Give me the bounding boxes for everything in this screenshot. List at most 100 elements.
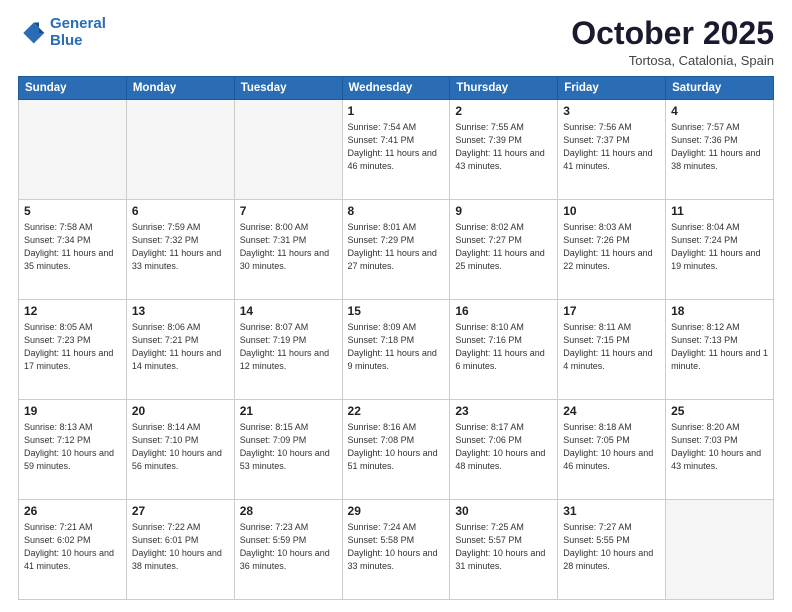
day-number: 26 [24,504,121,518]
logo: General Blue [18,16,106,49]
day-number: 18 [671,304,768,318]
day-info: Sunrise: 8:16 AM Sunset: 7:08 PM Dayligh… [348,421,445,473]
weekday-header: Thursday [450,77,558,100]
calendar-cell: 18 Sunrise: 8:12 AM Sunset: 7:13 PM Dayli… [666,300,774,400]
calendar-cell: 8 Sunrise: 8:01 AM Sunset: 7:29 PM Daylig… [342,200,450,300]
calendar-cell: 29 Sunrise: 7:24 AM Sunset: 5:58 PM Dayli… [342,500,450,600]
day-info: Sunrise: 8:12 AM Sunset: 7:13 PM Dayligh… [671,321,768,373]
calendar-cell: 2 Sunrise: 7:55 AM Sunset: 7:39 PM Daylig… [450,100,558,200]
day-info: Sunrise: 8:09 AM Sunset: 7:18 PM Dayligh… [348,321,445,373]
weekday-header: Wednesday [342,77,450,100]
calendar-cell: 17 Sunrise: 8:11 AM Sunset: 7:15 PM Dayli… [558,300,666,400]
calendar-cell: 9Sunrise: 8:02 AM Sunset: 7:27 PM Daylig… [450,200,558,300]
location: Tortosa, Catalonia, Spain [571,53,774,68]
day-number: 14 [240,304,337,318]
day-info: Sunrise: 7:22 AM Sunset: 6:01 PM Dayligh… [132,521,229,573]
day-number: 27 [132,504,229,518]
calendar-cell: 10 Sunrise: 8:03 AM Sunset: 7:26 PM Dayli… [558,200,666,300]
calendar-cell: 27 Sunrise: 7:22 AM Sunset: 6:01 PM Dayli… [126,500,234,600]
calendar-cell [19,100,127,200]
day-info: Sunrise: 8:07 AM Sunset: 7:19 PM Dayligh… [240,321,337,373]
day-info: Sunrise: 7:59 AM Sunset: 7:32 PM Dayligh… [132,221,229,273]
calendar-cell: 11Sunrise: 8:04 AM Sunset: 7:24 PM Dayli… [666,200,774,300]
weekday-header: Monday [126,77,234,100]
day-number: 20 [132,404,229,418]
calendar-cell [234,100,342,200]
month-title: October 2025 [571,16,774,51]
day-number: 2 [455,104,552,118]
logo-text: General Blue [50,16,106,49]
calendar-cell: 30 Sunrise: 7:25 AM Sunset: 5:57 PM Dayli… [450,500,558,600]
day-number: 3 [563,104,660,118]
calendar-cell: 19 Sunrise: 8:13 AM Sunset: 7:12 PM Dayli… [19,400,127,500]
day-info: Sunrise: 7:54 AM Sunset: 7:41 PM Dayligh… [348,121,445,173]
day-number: 1 [348,104,445,118]
day-info: Sunrise: 8:05 AM Sunset: 7:23 PM Dayligh… [24,321,121,373]
day-info: Sunrise: 8:00 AM Sunset: 7:31 PM Dayligh… [240,221,337,273]
day-number: 29 [348,504,445,518]
calendar-cell [666,500,774,600]
day-info: Sunrise: 8:04 AM Sunset: 7:24 PM Dayligh… [671,221,768,273]
calendar-cell: 3Sunrise: 7:56 AM Sunset: 7:37 PM Daylig… [558,100,666,200]
day-number: 8 [348,204,445,218]
calendar-cell: 20Sunrise: 8:14 AM Sunset: 7:10 PM Dayli… [126,400,234,500]
day-number: 12 [24,304,121,318]
weekday-header-row: SundayMondayTuesdayWednesdayThursdayFrid… [19,77,774,100]
day-info: Sunrise: 8:20 AM Sunset: 7:03 PM Dayligh… [671,421,768,473]
day-info: Sunrise: 8:01 AM Sunset: 7:29 PM Dayligh… [348,221,445,273]
day-number: 22 [348,404,445,418]
day-info: Sunrise: 8:18 AM Sunset: 7:05 PM Dayligh… [563,421,660,473]
day-number: 15 [348,304,445,318]
day-number: 23 [455,404,552,418]
logo-icon [18,19,46,47]
calendar-cell: 16 Sunrise: 8:10 AM Sunset: 7:16 PM Dayli… [450,300,558,400]
calendar-cell: 23 Sunrise: 8:17 AM Sunset: 7:06 PM Dayli… [450,400,558,500]
day-info: Sunrise: 7:23 AM Sunset: 5:59 PM Dayligh… [240,521,337,573]
day-info: Sunrise: 7:25 AM Sunset: 5:57 PM Dayligh… [455,521,552,573]
calendar-cell: 5 Sunrise: 7:58 AM Sunset: 7:34 PM Daylig… [19,200,127,300]
calendar-cell: 22 Sunrise: 8:16 AM Sunset: 7:08 PM Dayli… [342,400,450,500]
calendar-cell: 21 Sunrise: 8:15 AM Sunset: 7:09 PM Dayli… [234,400,342,500]
calendar-week-row: 19 Sunrise: 8:13 AM Sunset: 7:12 PM Dayli… [19,400,774,500]
day-number: 5 [24,204,121,218]
day-info: Sunrise: 8:17 AM Sunset: 7:06 PM Dayligh… [455,421,552,473]
day-number: 24 [563,404,660,418]
calendar-week-row: 5 Sunrise: 7:58 AM Sunset: 7:34 PM Daylig… [19,200,774,300]
calendar-table: SundayMondayTuesdayWednesdayThursdayFrid… [18,76,774,600]
day-number: 25 [671,404,768,418]
calendar-cell: 26 Sunrise: 7:21 AM Sunset: 6:02 PM Dayli… [19,500,127,600]
day-info: Sunrise: 8:11 AM Sunset: 7:15 PM Dayligh… [563,321,660,373]
page: General Blue October 2025 Tortosa, Catal… [0,0,792,612]
day-info: Sunrise: 7:24 AM Sunset: 5:58 PM Dayligh… [348,521,445,573]
day-number: 16 [455,304,552,318]
day-number: 17 [563,304,660,318]
day-number: 7 [240,204,337,218]
calendar-cell: 24 Sunrise: 8:18 AM Sunset: 7:05 PM Dayli… [558,400,666,500]
day-number: 30 [455,504,552,518]
day-info: Sunrise: 7:55 AM Sunset: 7:39 PM Dayligh… [455,121,552,173]
calendar-cell: 12 Sunrise: 8:05 AM Sunset: 7:23 PM Dayli… [19,300,127,400]
day-info: Sunrise: 8:03 AM Sunset: 7:26 PM Dayligh… [563,221,660,273]
day-number: 6 [132,204,229,218]
calendar-cell: 25 Sunrise: 8:20 AM Sunset: 7:03 PM Dayli… [666,400,774,500]
day-info: Sunrise: 8:15 AM Sunset: 7:09 PM Dayligh… [240,421,337,473]
weekday-header: Tuesday [234,77,342,100]
day-number: 10 [563,204,660,218]
calendar-week-row: 12 Sunrise: 8:05 AM Sunset: 7:23 PM Dayli… [19,300,774,400]
calendar-cell: 1 Sunrise: 7:54 AM Sunset: 7:41 PM Daylig… [342,100,450,200]
calendar-cell: 15 Sunrise: 8:09 AM Sunset: 7:18 PM Dayli… [342,300,450,400]
day-info: Sunrise: 8:10 AM Sunset: 7:16 PM Dayligh… [455,321,552,373]
day-number: 13 [132,304,229,318]
day-number: 21 [240,404,337,418]
calendar-cell: 4Sunrise: 7:57 AM Sunset: 7:36 PM Daylig… [666,100,774,200]
calendar-cell: 14 Sunrise: 8:07 AM Sunset: 7:19 PM Dayli… [234,300,342,400]
day-number: 19 [24,404,121,418]
calendar-week-row: 1 Sunrise: 7:54 AM Sunset: 7:41 PM Daylig… [19,100,774,200]
day-info: Sunrise: 7:21 AM Sunset: 6:02 PM Dayligh… [24,521,121,573]
day-info: Sunrise: 7:58 AM Sunset: 7:34 PM Dayligh… [24,221,121,273]
calendar-cell: 31Sunrise: 7:27 AM Sunset: 5:55 PM Dayli… [558,500,666,600]
day-number: 31 [563,504,660,518]
day-info: Sunrise: 8:13 AM Sunset: 7:12 PM Dayligh… [24,421,121,473]
day-info: Sunrise: 8:06 AM Sunset: 7:21 PM Dayligh… [132,321,229,373]
day-number: 4 [671,104,768,118]
